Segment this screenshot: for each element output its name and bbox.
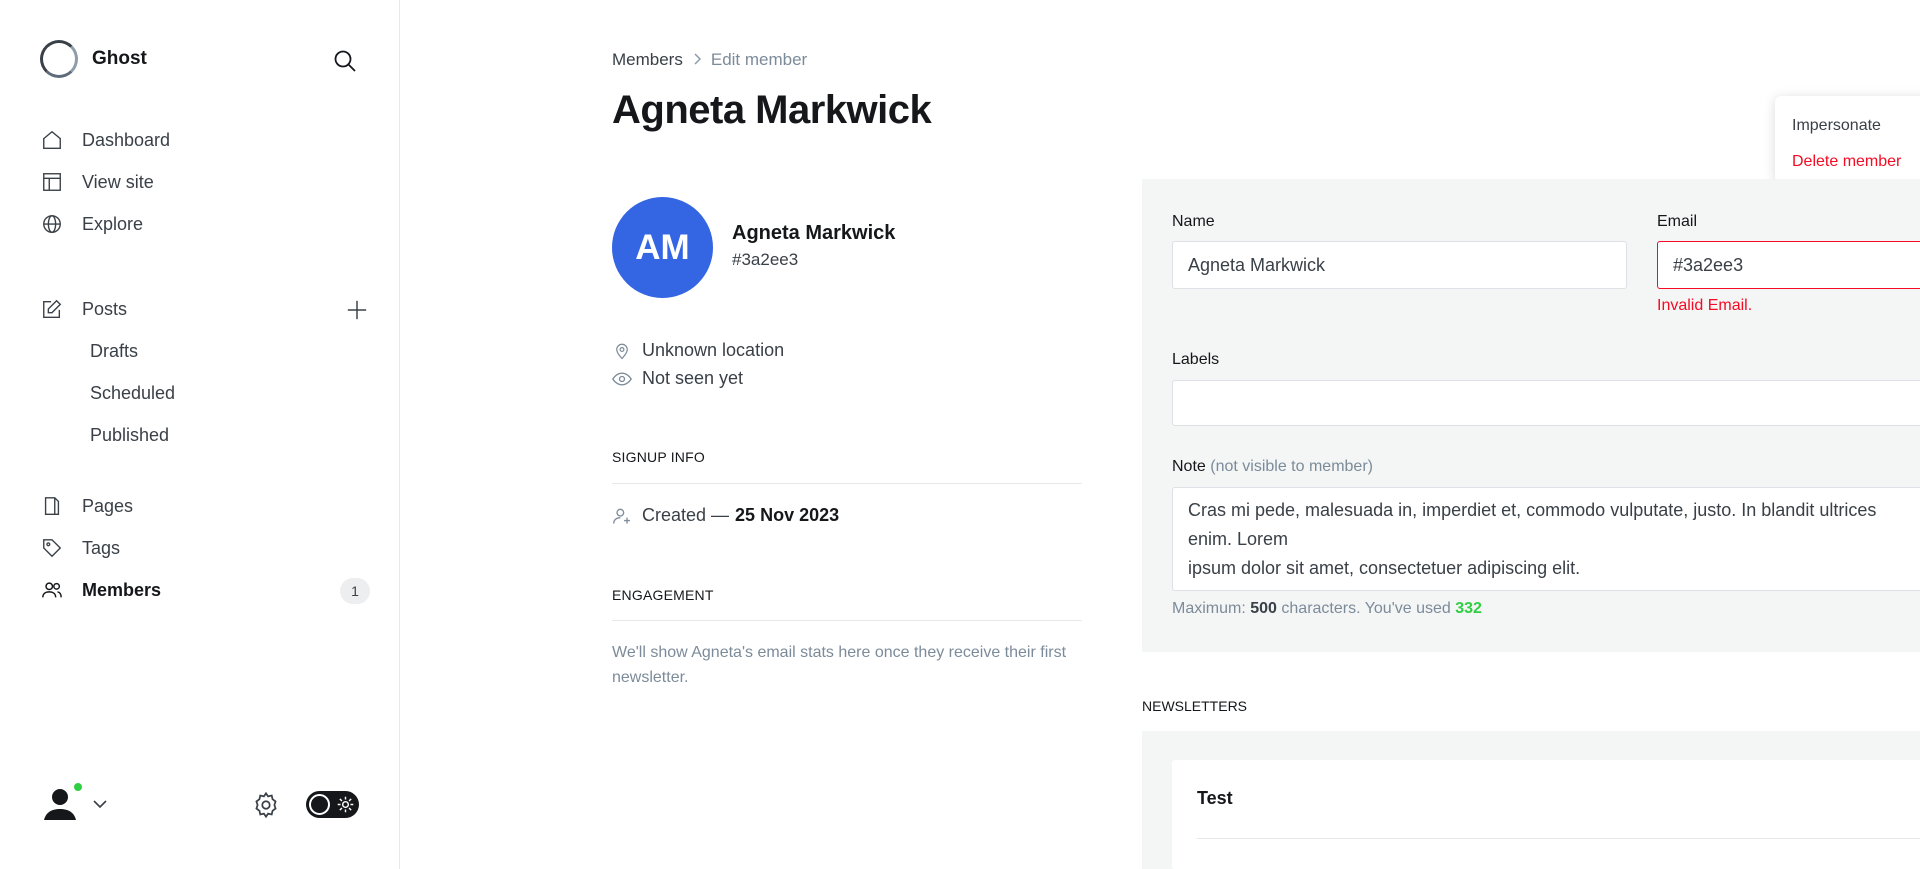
labels-label: Labels [1172,351,1220,368]
home-icon [40,128,64,152]
sidebar-item-members[interactable]: Members 1 [40,569,370,611]
page-icon [40,494,64,518]
note-label: Note (not visible to member) [1172,458,1373,476]
brand-name: Ghost [92,48,147,69]
sidebar-item-label: Explore [82,213,144,234]
sidebar-item-explore[interactable]: Explore [40,203,370,245]
note-character-counter: Maximum: 500 characters. You've used 332 [1172,600,1482,618]
engagement-text: We'll show Agneta's email stats here onc… [612,644,1067,686]
sidebar-footer [40,781,360,826]
sidebar-item-view-site[interactable]: View site [40,161,370,203]
divider [612,483,1082,484]
sidebar-item-label: Scheduled [90,382,176,403]
newsletter-card [1172,760,1920,869]
note-textarea[interactable]: Cras mi pede, malesuada in, imperdiet et… [1172,487,1920,591]
ghost-logo-icon [40,40,78,78]
sidebar-item-scheduled[interactable]: Scheduled [40,372,370,414]
settings-gear-icon[interactable] [252,791,280,824]
sidebar-item-label: Members [82,579,162,600]
sidebar-item-drafts[interactable]: Drafts [40,330,370,372]
newsletters-heading: NEWSLETTERS [1142,698,1248,714]
location-text: Unknown location [642,340,785,360]
email-error-text: Invalid Email. [1657,297,1753,314]
online-status-dot [72,781,84,793]
theme-toggle[interactable] [306,791,359,818]
user-avatar[interactable] [40,781,84,826]
layout-icon [40,170,64,194]
name-input[interactable]: Agneta Markwick [1172,241,1627,289]
sidebar: Ghost Dashboard View site Explore Posts … [0,0,400,869]
sidebar-item-label: Dashboard [82,129,171,150]
delete-member-menu-item[interactable]: Delete member [1775,144,1920,180]
email-input[interactable]: #3a2ee3 [1657,241,1920,289]
location-pin-icon [612,341,632,361]
email-label: Email [1657,213,1698,230]
member-avatar: AM [612,197,713,298]
note-hint: (not visible to member) [1210,458,1373,475]
posts-nav: Posts Drafts Scheduled Published [40,288,370,456]
globe-icon [40,212,64,236]
sidebar-item-published[interactable]: Published [40,414,370,456]
sidebar-item-label: Published [90,424,170,445]
breadcrumb-current: Edit member [710,50,808,69]
member-name: Agneta Markwick [732,222,896,244]
sidebar-item-label: Drafts [90,340,139,361]
chevron-right-icon [691,50,703,70]
members-count-badge: 1 [340,578,370,604]
user-add-icon [612,506,632,526]
primary-nav: Dashboard View site Explore [40,119,370,245]
engagement-heading: ENGAGEMENT [612,587,714,603]
page-title: Agneta Markwick [612,88,932,132]
breadcrumb-members-link[interactable]: Members [612,50,683,70]
signup-info-heading: SIGNUP INFO [612,449,705,465]
sun-icon [337,796,354,818]
note-label-text: Note [1172,458,1206,475]
counter-prefix: Maximum: [1172,600,1246,617]
divider [612,620,1082,621]
sidebar-item-pages[interactable]: Pages [40,485,370,527]
sidebar-item-posts[interactable]: Posts [40,288,370,330]
sidebar-item-label: View site [82,171,154,192]
eye-icon [612,369,632,389]
member-location: Unknown location [612,340,784,361]
sidebar-item-dashboard[interactable]: Dashboard [40,119,370,161]
chevron-down-icon[interactable] [92,796,108,817]
counter-mid: characters. You've used [1281,600,1451,617]
toggle-knob [309,794,330,815]
sidebar-item-label: Pages [82,495,134,516]
created-prefix: Created — [642,505,730,525]
counter-used: 332 [1455,600,1482,617]
member-last-seen: Not seen yet [612,368,743,389]
search-icon[interactable] [330,46,360,76]
labels-input[interactable] [1172,380,1920,426]
new-post-plus-icon[interactable] [344,297,370,323]
secondary-nav: Pages Tags Members 1 [40,485,370,611]
last-seen-text: Not seen yet [642,368,744,388]
tag-icon [40,536,64,560]
edit-icon [40,297,64,321]
breadcrumb: Members Edit member [612,50,807,70]
divider [1197,838,1920,839]
brand[interactable]: Ghost [40,40,147,78]
name-label: Name [1172,213,1215,230]
sidebar-item-tags[interactable]: Tags [40,527,370,569]
counter-max: 500 [1250,600,1277,617]
newsletter-name: Test [1197,788,1233,808]
impersonate-menu-item[interactable]: Impersonate [1775,108,1920,144]
member-actions-menu: Impersonate Delete member [1775,96,1920,182]
members-icon [40,578,64,602]
created-row: Created — 25 Nov 2023 [612,505,839,526]
created-date: 25 Nov 2023 [735,505,840,525]
sidebar-item-label: Posts [82,298,128,319]
member-email: #3a2ee3 [732,250,799,269]
sidebar-item-label: Tags [82,537,121,558]
